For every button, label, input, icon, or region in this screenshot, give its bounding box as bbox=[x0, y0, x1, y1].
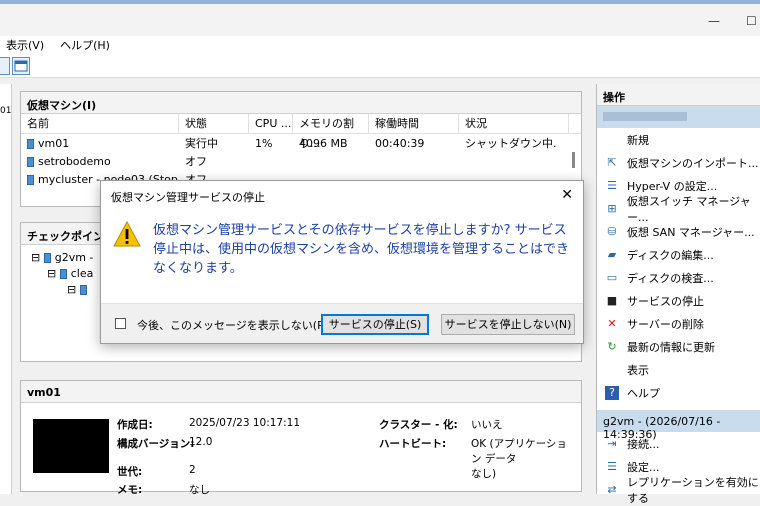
toolbar-button-back[interactable] bbox=[0, 57, 10, 75]
checkpoint-icon bbox=[59, 269, 67, 279]
action-vm-2[interactable]: ⇄ レプリケーションを有効にする bbox=[597, 476, 760, 505]
console-view-icon[interactable] bbox=[12, 57, 30, 75]
toolbar bbox=[0, 54, 760, 78]
actions-pane: 操作 新規 ⇱ 仮想マシンのインポート... ☰ Hyper-V の設定... ⊞ 仮想スイ… bbox=[596, 84, 760, 505]
column-memory[interactable]: メモリの割り... bbox=[293, 114, 369, 150]
remove-icon: ✕ bbox=[607, 316, 617, 330]
tree-item[interactable]: ⊟ clea bbox=[47, 267, 93, 280]
disk-inspect-icon: ▭ bbox=[606, 270, 618, 284]
stop-service-button[interactable]: サービスの停止(S) bbox=[321, 314, 429, 335]
column-status[interactable]: 状況 bbox=[459, 114, 569, 133]
dialog-footer: 今後、このメッセージを表示しない(P) サービスの停止(S) サービスを停止しな… bbox=[101, 303, 583, 343]
action-label: 仮想マシンのインポート... bbox=[627, 156, 759, 170]
navigation-pane[interactable]: 01 bbox=[0, 84, 12, 494]
vm-panel-title: 仮想マシン(I) bbox=[21, 92, 581, 114]
vm-detail-panel: vm01 作成日: 2025/07/23 10:17:11 構成バージョン: 1… bbox=[20, 380, 582, 496]
action-server-0[interactable]: 新規 bbox=[597, 128, 760, 151]
column-state[interactable]: 状態 bbox=[179, 114, 249, 133]
refresh-icon: ↻ bbox=[607, 339, 617, 353]
menu-bar: 表示(V) ヘルプ(H) bbox=[0, 36, 760, 54]
action-server-7[interactable]: ■ サービスの停止 bbox=[597, 289, 760, 312]
action-label: レプリケーションを有効にする bbox=[627, 475, 759, 505]
vm-icon bbox=[43, 253, 51, 263]
vm-section-header[interactable]: g2vm - (2026/07/16 - 14:39:36) bbox=[597, 410, 760, 441]
title-bar: — ☐ bbox=[0, 0, 760, 36]
action-label: ヘルプ bbox=[627, 386, 660, 400]
switch-icon: ⊞ bbox=[607, 201, 617, 215]
detail-panel-title: vm01 bbox=[21, 381, 581, 403]
action-label: Hyper-V の設定... bbox=[627, 179, 718, 193]
dialog-title: 仮想マシン管理サービスの停止 bbox=[111, 191, 265, 204]
vm-grid-header: 名前 状態 CPU ... メモリの割り... 稼働時間 状況 bbox=[21, 114, 581, 150]
stop-service-icon: ■ bbox=[606, 293, 618, 307]
column-uptime[interactable]: 稼働時間 bbox=[369, 114, 459, 133]
close-icon[interactable]: ✕ bbox=[561, 187, 573, 203]
server-section-header[interactable] bbox=[597, 106, 760, 128]
action-server-11[interactable]: ? ヘルプ bbox=[597, 381, 760, 404]
vm-thumbnail[interactable] bbox=[33, 419, 109, 473]
actions-title: 操作 bbox=[597, 84, 760, 106]
action-label: 表示 bbox=[627, 363, 649, 377]
settings-icon: ☰ bbox=[607, 459, 617, 473]
column-cpu[interactable]: CPU ... bbox=[249, 114, 293, 133]
action-server-4[interactable]: ⛁ 仮想 SAN マネージャー... bbox=[597, 220, 760, 243]
action-label: 設定... bbox=[627, 460, 660, 474]
import-icon: ⇱ bbox=[607, 155, 617, 169]
action-server-9[interactable]: ↻ 最新の情報に更新 bbox=[597, 335, 760, 358]
action-server-6[interactable]: ▭ ディスクの検査... bbox=[597, 266, 760, 289]
menu-view[interactable]: 表示(V) bbox=[6, 37, 44, 53]
action-label: ディスクの検査... bbox=[627, 271, 714, 285]
action-label: 最新の情報に更新 bbox=[627, 340, 715, 354]
connect-icon: ⇥ bbox=[607, 436, 617, 450]
action-label: 仮想スイッチ マネージャー... bbox=[627, 194, 751, 224]
dialog-message: 仮想マシン管理サービスとその依存サービスを停止しますか? サービス停止中は、使用… bbox=[153, 223, 570, 276]
tree-item[interactable]: ⊟ bbox=[67, 283, 91, 296]
action-server-3[interactable]: ⊞ 仮想スイッチ マネージャー... bbox=[597, 195, 760, 224]
action-server-8[interactable]: ✕ サーバーの削除 bbox=[597, 312, 760, 335]
action-server-1[interactable]: ⇱ 仮想マシンのインポート... bbox=[597, 151, 760, 174]
do-not-stop-button[interactable]: サービスを停止しない(N) bbox=[441, 314, 575, 335]
action-label: 接続... bbox=[627, 437, 660, 451]
stop-service-dialog: 仮想マシン管理サービスの停止 ✕ 仮想マシン管理サービスとその依存サービスを停止… bbox=[100, 180, 584, 344]
action-label: 仮想 SAN マネージャー... bbox=[627, 225, 755, 239]
vm-icon bbox=[27, 174, 34, 185]
dont-show-again-label[interactable]: 今後、このメッセージを表示しない(P) bbox=[137, 317, 328, 333]
action-label: ディスクの編集... bbox=[627, 248, 714, 262]
vm-icon bbox=[27, 138, 34, 149]
scrollbar-thumb[interactable] bbox=[572, 152, 575, 168]
table-row[interactable]: setrobodemo オフ bbox=[21, 152, 581, 170]
table-row[interactable]: vm01 実行中 1% 4096 MB 00:40:39 シャットダウン中. bbox=[21, 134, 581, 152]
warning-icon bbox=[113, 221, 141, 247]
tree-item[interactable]: ⊟ g2vm - bbox=[31, 251, 93, 264]
action-label: サービスの停止 bbox=[627, 294, 704, 308]
vm-icon bbox=[27, 156, 34, 167]
action-label: 新規 bbox=[627, 133, 649, 147]
minimize-button[interactable]: — bbox=[708, 14, 720, 28]
action-server-5[interactable]: ▰ ディスクの編集... bbox=[597, 243, 760, 266]
column-name[interactable]: 名前 bbox=[21, 114, 179, 133]
settings-icon: ☰ bbox=[607, 178, 617, 192]
blank-icon bbox=[605, 133, 619, 147]
help-icon: ? bbox=[605, 385, 619, 400]
redacted-server-name bbox=[603, 112, 687, 121]
action-server-10[interactable]: 表示 bbox=[597, 358, 760, 381]
san-icon: ⛁ bbox=[607, 224, 617, 238]
blank-icon bbox=[605, 363, 619, 377]
disk-edit-icon: ▰ bbox=[607, 247, 617, 261]
checkpoint-icon bbox=[79, 285, 87, 295]
replication-icon: ⇄ bbox=[607, 482, 617, 496]
maximize-button[interactable]: ☐ bbox=[746, 14, 757, 28]
menu-help[interactable]: ヘルプ(H) bbox=[60, 37, 110, 53]
dont-show-again-checkbox[interactable] bbox=[115, 318, 126, 329]
action-label: サーバーの削除 bbox=[627, 317, 704, 331]
